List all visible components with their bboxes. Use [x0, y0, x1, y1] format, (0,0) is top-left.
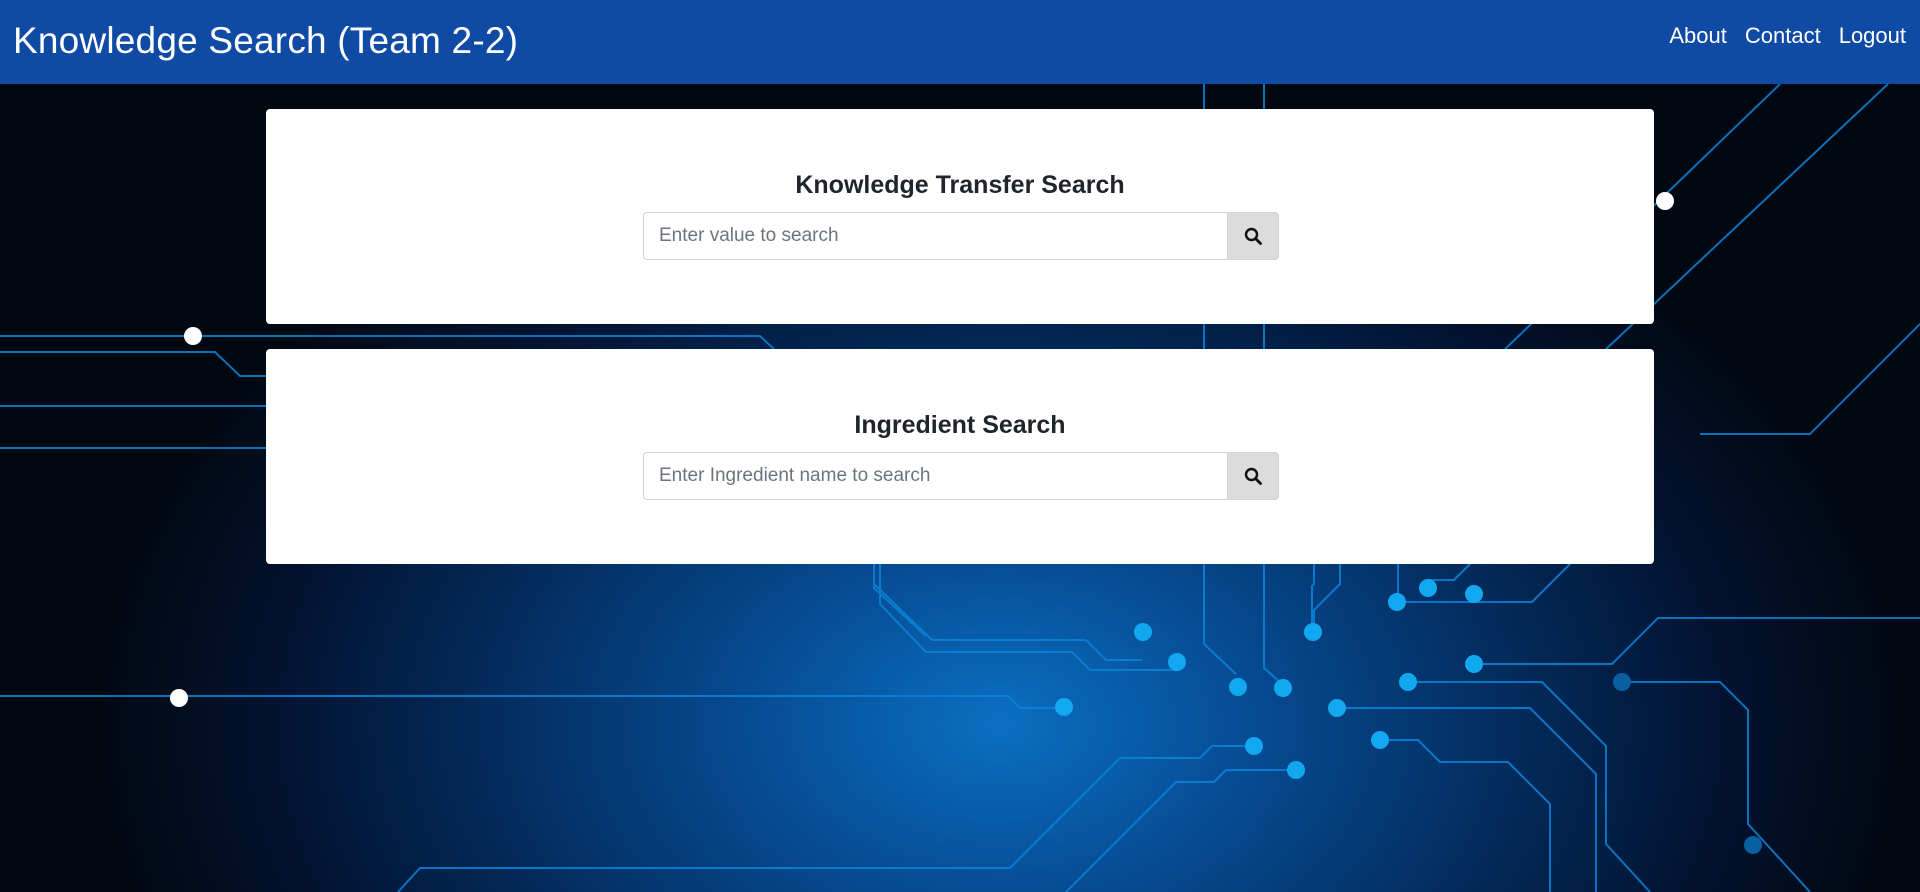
- nav-about-link[interactable]: About: [1669, 23, 1727, 49]
- knowledge-search-group: [643, 212, 1279, 260]
- top-navbar: Knowledge Search (Team 2-2) About Contac…: [0, 0, 1920, 84]
- nav-contact-link[interactable]: Contact: [1745, 23, 1821, 49]
- ingredient-search-title: Ingredient Search: [854, 411, 1066, 439]
- knowledge-search-title: Knowledge Transfer Search: [795, 171, 1125, 199]
- ingredient-search-card: Ingredient Search: [266, 349, 1654, 564]
- nav-logout-link[interactable]: Logout: [1839, 23, 1906, 49]
- nav-links: About Contact Logout: [1669, 23, 1906, 49]
- knowledge-search-button[interactable]: [1227, 212, 1279, 260]
- ingredient-search-button[interactable]: [1227, 452, 1279, 500]
- search-icon: [1244, 467, 1262, 485]
- ingredient-search-group: [643, 452, 1279, 500]
- ingredient-search-input[interactable]: [643, 452, 1227, 500]
- search-icon: [1244, 227, 1262, 245]
- knowledge-search-card: Knowledge Transfer Search: [266, 109, 1654, 324]
- knowledge-search-input[interactable]: [643, 212, 1227, 260]
- app-title[interactable]: Knowledge Search (Team 2-2): [13, 20, 518, 62]
